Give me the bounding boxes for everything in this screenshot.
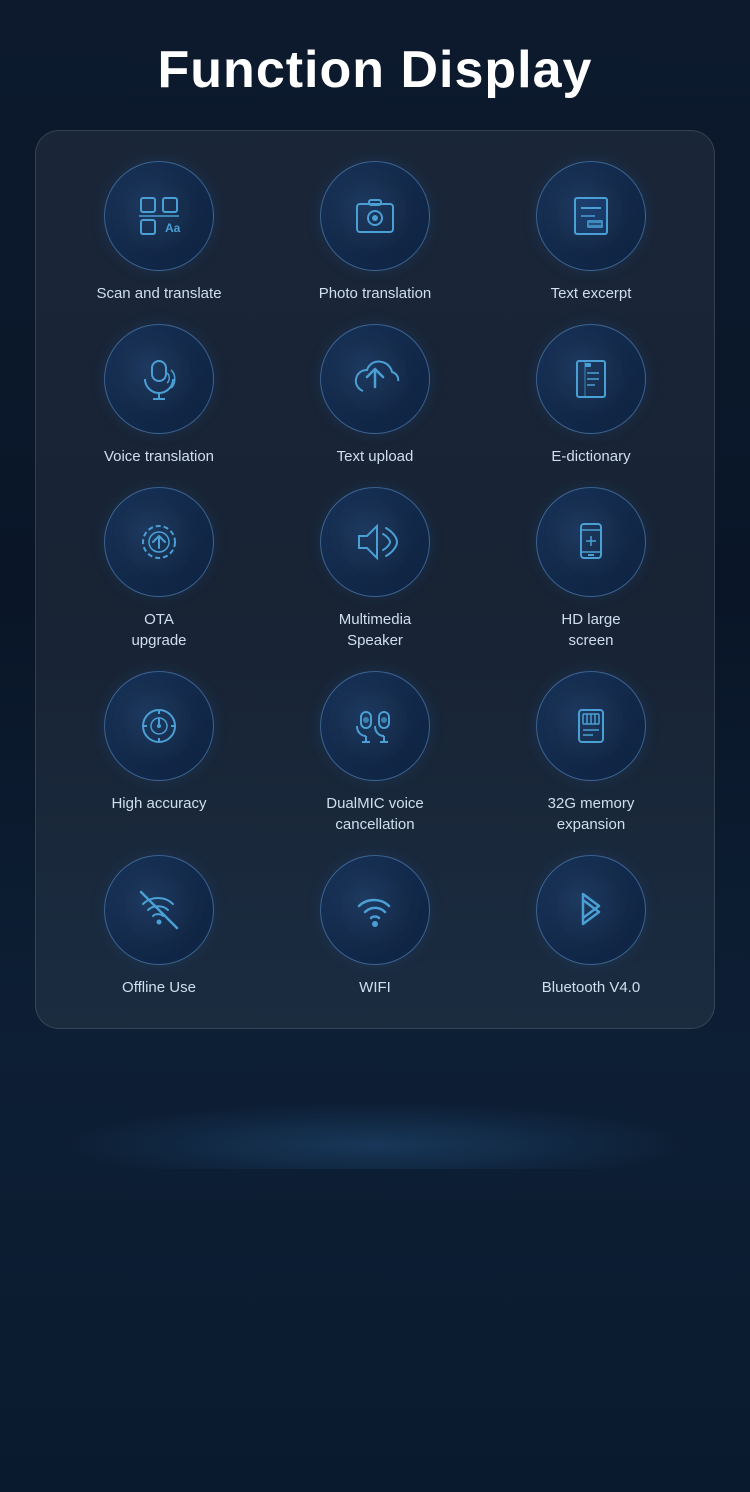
- screen-icon: [536, 487, 646, 597]
- feature-item-e-dictionary: E-dictionary: [488, 324, 694, 467]
- feature-label-wifi: WIFI: [359, 977, 391, 998]
- upload-icon: [320, 324, 430, 434]
- feature-item-offline: Offline Use: [56, 855, 262, 998]
- feature-label-offline: Offline Use: [122, 977, 196, 998]
- feature-item-dual-mic: DualMIC voice cancellation: [272, 671, 478, 835]
- svg-text:Aa: Aa: [165, 221, 181, 235]
- feature-item-scan-translate: Aa Scan and translate: [56, 161, 262, 304]
- feature-item-multimedia-speaker: Multimedia Speaker: [272, 487, 478, 651]
- voice-icon: [104, 324, 214, 434]
- feature-label-scan-translate: Scan and translate: [96, 283, 221, 304]
- feature-item-text-excerpt: Text excerpt: [488, 161, 694, 304]
- feature-item-wifi: WIFI: [272, 855, 478, 998]
- bluetooth-icon: [536, 855, 646, 965]
- feature-label-bluetooth: Bluetooth V4.0: [542, 977, 640, 998]
- photo-icon: [320, 161, 430, 271]
- feature-item-ota-upgrade: OTA upgrade: [56, 487, 262, 651]
- text-excerpt-icon: [536, 161, 646, 271]
- feature-item-photo-translation: Photo translation: [272, 161, 478, 304]
- feature-item-text-upload: Text upload: [272, 324, 478, 467]
- speaker-icon: [320, 487, 430, 597]
- feature-item-high-accuracy: High accuracy: [56, 671, 262, 835]
- scan-icon: Aa: [104, 161, 214, 271]
- feature-label-text-upload: Text upload: [337, 446, 414, 467]
- feature-item-hd-screen: HD large screen: [488, 487, 694, 651]
- feature-label-high-accuracy: High accuracy: [111, 793, 206, 814]
- feature-label-e-dictionary: E-dictionary: [551, 446, 630, 467]
- wifi-icon: [320, 855, 430, 965]
- feature-label-text-excerpt: Text excerpt: [551, 283, 632, 304]
- dictionary-icon: [536, 324, 646, 434]
- accuracy-icon: [104, 671, 214, 781]
- feature-label-ota-upgrade: OTA upgrade: [131, 609, 186, 651]
- features-card: Aa Scan and translate Photo translation …: [35, 130, 715, 1029]
- ota-icon: [104, 487, 214, 597]
- feature-label-multimedia-speaker: Multimedia Speaker: [339, 609, 412, 651]
- feature-label-voice-translation: Voice translation: [104, 446, 214, 467]
- feature-label-photo-translation: Photo translation: [319, 283, 432, 304]
- page-title: Function Display: [158, 40, 593, 100]
- feature-label-hd-screen: HD large screen: [561, 609, 620, 651]
- feature-item-bluetooth: Bluetooth V4.0: [488, 855, 694, 998]
- feature-label-dual-mic: DualMIC voice cancellation: [326, 793, 424, 835]
- mic-icon: [320, 671, 430, 781]
- feature-item-memory: 32G memory expansion: [488, 671, 694, 835]
- memory-icon: [536, 671, 646, 781]
- feature-label-memory: 32G memory expansion: [548, 793, 635, 835]
- features-grid: Aa Scan and translate Photo translation …: [56, 161, 694, 998]
- offline-icon: [104, 855, 214, 965]
- bottom-glow: [0, 1049, 750, 1169]
- feature-item-voice-translation: Voice translation: [56, 324, 262, 467]
